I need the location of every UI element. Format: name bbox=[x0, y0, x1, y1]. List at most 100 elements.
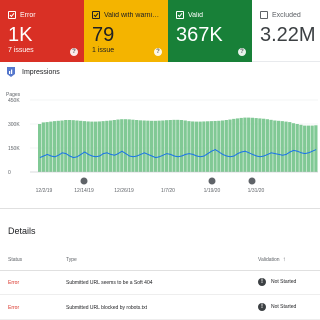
valid-info-icon[interactable]: ? bbox=[238, 48, 246, 56]
excluded-checkbox-icon[interactable] bbox=[260, 11, 268, 19]
valid-label: Valid bbox=[188, 11, 204, 19]
bar bbox=[265, 119, 269, 172]
error-count: 1K bbox=[8, 24, 33, 46]
bar bbox=[71, 120, 75, 172]
valid-count: 367K bbox=[176, 24, 223, 46]
table-row[interactable]: Error Submitted URL seems to be a Soft 4… bbox=[0, 271, 320, 295]
bar bbox=[258, 118, 262, 172]
bar bbox=[314, 125, 318, 172]
impressions-label: Impressions bbox=[22, 68, 60, 76]
bar bbox=[183, 120, 187, 172]
chart-icon bbox=[7, 67, 15, 77]
impressions-toggle[interactable]: Impressions bbox=[6, 66, 60, 78]
pages-chart: 450K 300K 150K 0 12/2/19 12/14/19 12/26/19 1/7/… bbox=[8, 98, 318, 194]
excluded-count: 3.22M bbox=[260, 24, 316, 46]
bar bbox=[75, 120, 79, 172]
bar bbox=[52, 121, 57, 172]
status-column-header[interactable]: Status bbox=[8, 257, 22, 263]
bar bbox=[198, 121, 202, 172]
validation-column-header[interactable]: Validation ↑ bbox=[258, 257, 286, 263]
bar bbox=[303, 125, 307, 172]
bar bbox=[168, 120, 172, 172]
bar bbox=[90, 121, 94, 172]
bar bbox=[108, 120, 113, 172]
excluded-tile[interactable]: Excluded 3.22M bbox=[252, 0, 320, 62]
error-tile[interactable]: Error 1K 7 issues ? bbox=[0, 0, 84, 62]
bar bbox=[172, 119, 176, 172]
annotation-marker-icon bbox=[80, 177, 88, 185]
bar bbox=[161, 120, 165, 172]
valid-tile[interactable]: Valid 367K ? bbox=[168, 0, 252, 62]
validation-column-label: Validation bbox=[258, 257, 280, 263]
y-tick-label: 450K bbox=[8, 98, 20, 104]
type-column-header[interactable]: Type bbox=[66, 257, 77, 263]
bar bbox=[131, 119, 135, 172]
x-tick-label: 12/14/19 bbox=[74, 188, 94, 194]
bar bbox=[45, 122, 49, 172]
bar bbox=[280, 121, 284, 172]
bar bbox=[213, 120, 217, 172]
warning-checkbox-icon[interactable] bbox=[92, 11, 100, 19]
x-tick-label: 1/7/20 bbox=[161, 188, 175, 194]
x-tick-label: 12/2/19 bbox=[36, 188, 53, 194]
bar bbox=[306, 125, 311, 172]
bar bbox=[194, 121, 199, 172]
row-type: Submitted URL seems to be a Soft 404 bbox=[66, 280, 153, 286]
bar bbox=[112, 120, 116, 172]
not-started-icon: ! bbox=[258, 278, 266, 286]
bar bbox=[41, 122, 45, 172]
error-label: Error bbox=[20, 11, 36, 19]
bar bbox=[224, 120, 228, 172]
error-tile-header: Error bbox=[8, 10, 84, 20]
bar bbox=[60, 120, 64, 172]
bar bbox=[284, 121, 288, 172]
bar bbox=[250, 117, 255, 172]
bar bbox=[79, 120, 83, 172]
bar bbox=[262, 118, 266, 172]
bar bbox=[299, 124, 303, 172]
bar bbox=[101, 121, 105, 172]
not-started-icon: ! bbox=[258, 303, 266, 311]
error-checkbox-icon[interactable] bbox=[8, 11, 16, 19]
sort-arrow-icon[interactable]: ↑ bbox=[283, 257, 286, 263]
x-tick-label: 12/26/19 bbox=[114, 188, 134, 194]
bar bbox=[276, 120, 281, 172]
bar bbox=[243, 117, 247, 172]
bar bbox=[164, 120, 169, 172]
bar bbox=[97, 121, 101, 172]
bar bbox=[38, 124, 42, 172]
row-validation-label: Not Started bbox=[271, 304, 297, 310]
bar bbox=[150, 120, 154, 172]
bar bbox=[291, 123, 296, 172]
bar bbox=[86, 121, 90, 172]
bar bbox=[56, 120, 60, 172]
bar bbox=[82, 121, 87, 172]
bar bbox=[254, 118, 258, 172]
bar bbox=[206, 121, 210, 172]
warning-info-icon[interactable]: ? bbox=[154, 48, 162, 56]
bar bbox=[232, 118, 236, 172]
error-info-icon[interactable]: ? bbox=[70, 48, 78, 56]
details-title: Details bbox=[8, 226, 36, 236]
table-row[interactable]: Error Submitted URL blocked by robots.tx… bbox=[0, 296, 320, 320]
bar bbox=[209, 121, 213, 172]
bar bbox=[179, 120, 184, 172]
bar bbox=[191, 121, 195, 172]
warning-count: 79 bbox=[92, 24, 115, 46]
bar bbox=[273, 120, 277, 172]
bar bbox=[202, 121, 206, 172]
warning-tile[interactable]: Valid with warni… 79 1 issue ? bbox=[84, 0, 168, 62]
row-validation-label: Not Started bbox=[271, 279, 297, 285]
row-validation: ! Not Started bbox=[258, 303, 296, 311]
bar bbox=[67, 120, 72, 172]
warning-label: Valid with warni… bbox=[104, 11, 160, 19]
bar bbox=[217, 120, 221, 172]
bar bbox=[135, 120, 139, 172]
bar bbox=[123, 119, 128, 172]
bar bbox=[142, 120, 146, 172]
valid-checkbox-icon[interactable] bbox=[176, 11, 184, 19]
bar bbox=[295, 124, 299, 172]
bar bbox=[187, 121, 191, 172]
bar bbox=[288, 122, 292, 172]
bar bbox=[49, 121, 53, 172]
